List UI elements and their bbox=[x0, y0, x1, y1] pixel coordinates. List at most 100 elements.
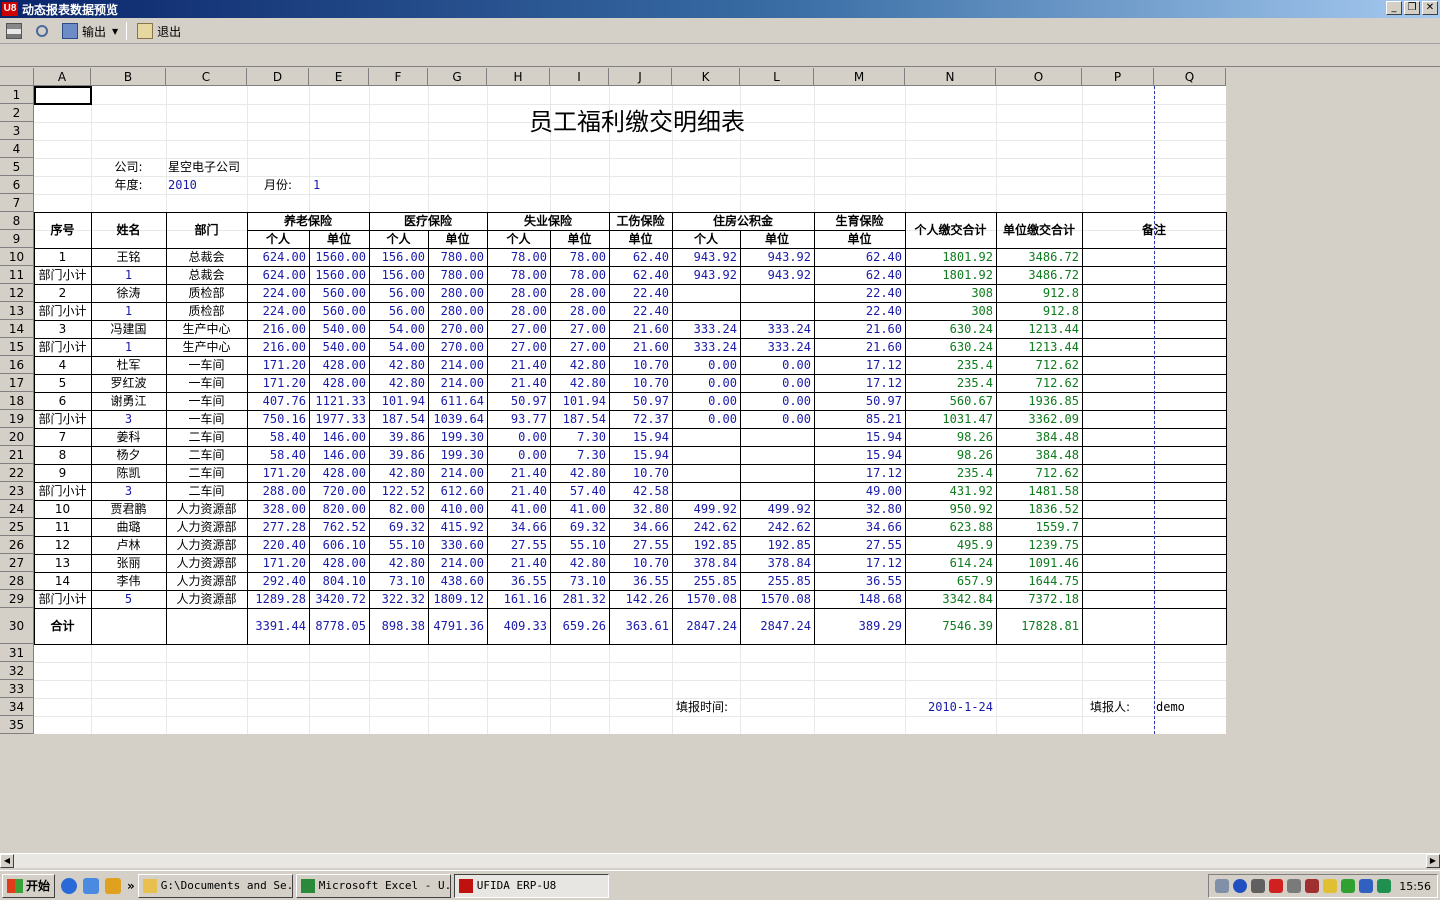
cell-name: 3 bbox=[124, 412, 133, 426]
column-header[interactable]: Q bbox=[1154, 68, 1226, 86]
row-header[interactable]: 7 bbox=[0, 194, 34, 212]
input-method-icon[interactable] bbox=[1287, 879, 1302, 893]
network-icon[interactable] bbox=[1215, 879, 1230, 893]
more-chevron-icon[interactable]: » bbox=[127, 879, 135, 893]
export-button[interactable]: 输出 ▼ bbox=[58, 20, 122, 42]
row-header[interactable]: 11 bbox=[0, 266, 34, 284]
column-header[interactable]: F bbox=[369, 68, 428, 86]
tray-app-icon[interactable] bbox=[1377, 879, 1392, 893]
select-all-corner[interactable] bbox=[0, 68, 34, 86]
close-button[interactable]: ✕ bbox=[1422, 1, 1438, 15]
row-header[interactable]: 12 bbox=[0, 284, 34, 302]
sync-icon[interactable] bbox=[1359, 879, 1374, 893]
column-header[interactable]: D bbox=[247, 68, 309, 86]
column-header[interactable]: H bbox=[487, 68, 550, 86]
help-icon[interactable] bbox=[1233, 879, 1248, 893]
row-header[interactable]: 35 bbox=[0, 716, 34, 734]
hardware-icon[interactable] bbox=[1251, 879, 1266, 893]
column-header[interactable]: M bbox=[814, 68, 905, 86]
column-header[interactable]: E bbox=[309, 68, 369, 86]
cell-amount: 21.40 bbox=[510, 358, 547, 372]
cell-total: 1481.58 bbox=[1028, 484, 1079, 498]
row-header[interactable]: 23 bbox=[0, 482, 34, 500]
row-header[interactable]: 5 bbox=[0, 158, 34, 176]
cell-amount: 242.62 bbox=[693, 520, 737, 534]
column-header[interactable]: A bbox=[34, 68, 91, 86]
print-button[interactable] bbox=[2, 20, 30, 42]
cell-amount bbox=[672, 284, 740, 302]
row-header[interactable]: 2 bbox=[0, 104, 34, 122]
row-header[interactable]: 4 bbox=[0, 140, 34, 158]
column-header[interactable]: P bbox=[1082, 68, 1154, 86]
row-header[interactable]: 22 bbox=[0, 464, 34, 482]
row-header[interactable]: 33 bbox=[0, 680, 34, 698]
start-button[interactable]: 开始 bbox=[2, 873, 56, 898]
row-header[interactable]: 16 bbox=[0, 356, 34, 374]
row-header[interactable]: 34 bbox=[0, 698, 34, 716]
ie-icon[interactable] bbox=[61, 877, 78, 894]
row-header[interactable]: 3 bbox=[0, 122, 34, 140]
scroll-right-icon[interactable]: ▶ bbox=[1426, 854, 1440, 868]
desktop-icon[interactable] bbox=[83, 877, 100, 894]
task-explorer[interactable]: G:\Documents and Se... bbox=[137, 873, 293, 898]
restore-button[interactable]: ❐ bbox=[1404, 1, 1420, 15]
update-icon[interactable] bbox=[1341, 879, 1356, 893]
subheader-company: 单位 bbox=[326, 232, 351, 246]
row-header[interactable]: 18 bbox=[0, 392, 34, 410]
row-header[interactable]: 32 bbox=[0, 662, 34, 680]
row-header[interactable]: 1 bbox=[0, 86, 34, 104]
cell-name: 1 bbox=[124, 340, 133, 354]
qq-icon[interactable] bbox=[1269, 879, 1284, 893]
column-header[interactable]: O bbox=[996, 68, 1082, 86]
cell-total: 384.48 bbox=[1035, 448, 1079, 462]
column-header[interactable]: L bbox=[740, 68, 814, 86]
row-header[interactable]: 15 bbox=[0, 338, 34, 356]
row-header[interactable]: 24 bbox=[0, 500, 34, 518]
scroll-left-icon[interactable]: ◀ bbox=[0, 854, 14, 868]
task-excel[interactable]: Microsoft Excel - U... bbox=[295, 873, 451, 898]
column-header[interactable]: G bbox=[428, 68, 487, 86]
row-header[interactable]: 6 bbox=[0, 176, 34, 194]
column-header[interactable]: I bbox=[550, 68, 609, 86]
row-header[interactable]: 26 bbox=[0, 536, 34, 554]
row-header[interactable]: 19 bbox=[0, 410, 34, 428]
selected-cell[interactable] bbox=[34, 86, 92, 105]
horizontal-scrollbar[interactable]: ◀ ▶ bbox=[0, 853, 1440, 868]
cell-amount: 27.55 bbox=[632, 538, 669, 552]
exit-button[interactable]: 退出 bbox=[133, 20, 185, 42]
minimize-button[interactable]: _ bbox=[1386, 1, 1402, 15]
cell-total: 3486.72 bbox=[1028, 268, 1079, 282]
row-header[interactable]: 8 bbox=[0, 212, 34, 230]
app-shortcut-icon[interactable] bbox=[105, 877, 122, 894]
column-header[interactable]: J bbox=[609, 68, 672, 86]
row-header[interactable]: 20 bbox=[0, 428, 34, 446]
row-header[interactable]: 13 bbox=[0, 302, 34, 320]
row-header[interactable]: 14 bbox=[0, 320, 34, 338]
task-ufida[interactable]: UFIDA ERP-U8 bbox=[453, 873, 609, 898]
preview-button[interactable] bbox=[32, 20, 56, 42]
cell-grid[interactable]: 员工福利缴交明细表 公司: 星空电子公司 年度: 2010 月份: 1 序号 姓名 部门 养老保险 医… bbox=[34, 86, 1227, 734]
row-header[interactable]: 28 bbox=[0, 572, 34, 590]
row-header[interactable]: 30 bbox=[0, 608, 34, 644]
cell-amount: 73.10 bbox=[569, 574, 606, 588]
window-title-bar[interactable]: U8 动态报表数据预览 _ ❐ ✕ bbox=[0, 0, 1440, 18]
spreadsheet-area[interactable]: A B C D E F G H I J K L M N O P Q 1 2 3 4 5 6 7 8 9 10 11 12 13 14 15 16… bbox=[0, 68, 1440, 853]
table-border bbox=[247, 230, 906, 231]
row-header[interactable]: 27 bbox=[0, 554, 34, 572]
row-header[interactable]: 17 bbox=[0, 374, 34, 392]
cell-amount: 280.00 bbox=[440, 304, 484, 318]
taskbar: 开始 » G:\Documents and Se... Microsoft Ex… bbox=[0, 870, 1440, 900]
row-header[interactable]: 25 bbox=[0, 518, 34, 536]
row-header[interactable]: 9 bbox=[0, 230, 34, 248]
column-header[interactable]: K bbox=[672, 68, 740, 86]
security-icon[interactable] bbox=[1323, 879, 1338, 893]
cell-amount: 161.16 bbox=[503, 592, 547, 606]
column-header[interactable]: N bbox=[905, 68, 996, 86]
column-header[interactable]: C bbox=[166, 68, 247, 86]
row-header[interactable]: 29 bbox=[0, 590, 34, 608]
column-header[interactable]: B bbox=[91, 68, 166, 86]
row-header[interactable]: 31 bbox=[0, 644, 34, 662]
volume-icon[interactable] bbox=[1305, 879, 1320, 893]
row-header[interactable]: 10 bbox=[0, 248, 34, 266]
row-header[interactable]: 21 bbox=[0, 446, 34, 464]
